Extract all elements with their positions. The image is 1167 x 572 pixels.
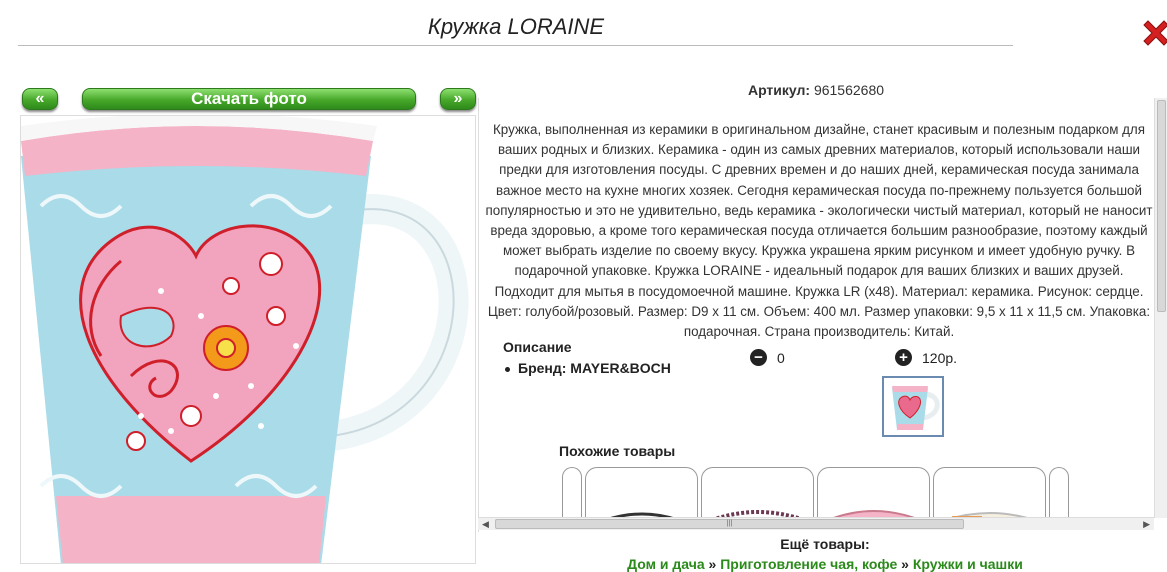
- next-photo-button[interactable]: »: [440, 88, 476, 110]
- similar-products-horizontal-scrollbar[interactable]: ◀ ||| ▶: [478, 517, 1154, 530]
- page-title: Кружка LORAINE: [427, 14, 605, 39]
- breadcrumb-link[interactable]: Дом и дача: [627, 556, 705, 572]
- breadcrumb-separator: »: [708, 556, 717, 572]
- minus-circle-icon[interactable]: −: [750, 349, 767, 366]
- close-x-icon[interactable]: [1141, 18, 1167, 48]
- price-control: + 120р.: [895, 349, 957, 366]
- article-label: Артикул:: [747, 82, 811, 98]
- quantity-value: 0: [777, 349, 785, 366]
- bullet-icon: [505, 366, 510, 372]
- breadcrumb: Дом и дача » Приготовление чая, кофе » К…: [480, 556, 1167, 572]
- breadcrumb-link[interactable]: Приготовление чая, кофе: [720, 556, 897, 572]
- similar-product-card[interactable]: [562, 467, 582, 519]
- similar-product-card[interactable]: [585, 467, 698, 519]
- article-value: 961562680: [813, 82, 885, 98]
- similar-product-card[interactable]: [817, 467, 930, 519]
- brand-item: Бренд: MAYER&BOCH: [505, 360, 671, 376]
- brand-label: Бренд: MAYER&BOCH: [518, 360, 671, 376]
- scrollbar-thumb[interactable]: [1157, 100, 1166, 312]
- similar-products-title: Похожие товары: [559, 443, 676, 459]
- title-divider: [18, 45, 1013, 46]
- scrollbar-thumb[interactable]: |||: [495, 519, 964, 529]
- product-photo: [20, 115, 476, 564]
- article-line: Артикул: 961562680: [480, 82, 1152, 98]
- price-value: 120р.: [922, 349, 958, 366]
- prev-photo-button[interactable]: «: [22, 88, 58, 110]
- breadcrumb-separator: »: [901, 556, 909, 572]
- similar-product-card[interactable]: [701, 467, 814, 519]
- similar-product-card[interactable]: [1049, 467, 1069, 519]
- description-panel[interactable]: Кружка, выполненная из керамики в оригин…: [478, 98, 1167, 532]
- similar-product-card[interactable]: [933, 467, 1046, 519]
- breadcrumb-link[interactable]: Кружки и чашки: [913, 556, 1023, 572]
- more-products-label: Ещё товары:: [780, 536, 870, 552]
- scroll-left-icon[interactable]: ◀: [482, 518, 489, 530]
- product-thumbnail[interactable]: [882, 376, 944, 437]
- product-description: Кружка, выполненная из керамики в оригин…: [485, 122, 1153, 340]
- download-photo-button[interactable]: Скачать фото: [82, 88, 416, 110]
- section-label: Описание: [503, 339, 572, 355]
- scroll-right-icon[interactable]: ▶: [1143, 518, 1150, 530]
- quantity-control: − 0: [750, 349, 785, 366]
- description-vertical-scrollbar[interactable]: [1154, 98, 1167, 518]
- plus-circle-icon[interactable]: +: [895, 349, 912, 366]
